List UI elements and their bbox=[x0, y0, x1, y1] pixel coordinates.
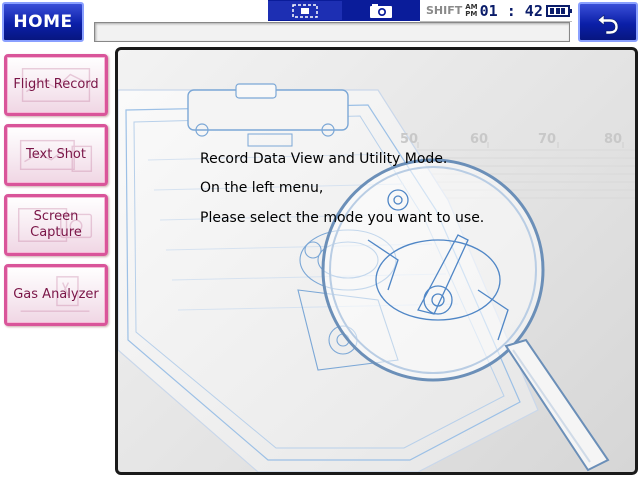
sidebar-item-label: Flight Record bbox=[13, 77, 99, 92]
sidebar-item-gas-analyzer[interactable]: Gas Analyzer bbox=[4, 264, 108, 326]
focus-frame-icon[interactable] bbox=[268, 1, 342, 20]
shift-indicator: SHIFT bbox=[426, 4, 463, 17]
ruler-tick-label: 70 bbox=[538, 132, 557, 147]
address-bar[interactable] bbox=[94, 22, 570, 42]
sidebar-item-flight-record[interactable]: Flight Record bbox=[4, 54, 108, 116]
instruction-line-1: Record Data View and Utility Mode. bbox=[200, 151, 448, 167]
instruction-line-2: On the left menu, bbox=[200, 180, 324, 196]
status-strip: SHIFT AM PM 01 : 42 bbox=[268, 0, 572, 22]
main-panel: 50 60 70 80 Record Data View and Utility… bbox=[115, 47, 638, 475]
sidebar-item-text-shot[interactable]: Text Shot bbox=[4, 124, 108, 186]
am-pm-indicator: AM PM bbox=[465, 2, 478, 18]
camera-icon[interactable] bbox=[344, 1, 418, 20]
ruler-tick-label: 60 bbox=[470, 132, 489, 147]
home-button[interactable]: HOME bbox=[2, 2, 84, 42]
sidebar-item-label: Screen Capture bbox=[30, 209, 82, 240]
back-button[interactable] bbox=[578, 2, 638, 42]
back-arrow-icon bbox=[597, 14, 619, 35]
instruction-line-3: Please select the mode you want to use. bbox=[200, 210, 485, 226]
battery-icon bbox=[545, 4, 572, 17]
sidebar-item-screen-capture[interactable]: Screen Capture bbox=[4, 194, 108, 256]
sidebar-item-label: Gas Analyzer bbox=[13, 287, 99, 302]
ruler-tick-label: 80 bbox=[604, 132, 623, 147]
ruler-tick-label: 50 bbox=[400, 132, 419, 147]
top-bar: HOME SHIFT AM PM 01 : 42 bbox=[0, 0, 640, 44]
status-info: SHIFT AM PM 01 : 42 bbox=[420, 0, 572, 22]
sidebar: Flight Record Text Shot Screen Capture G… bbox=[0, 46, 114, 479]
clock: 01 : 42 bbox=[479, 1, 543, 20]
sidebar-item-label: Text Shot bbox=[26, 147, 86, 162]
clipboard-magnifier-illustration bbox=[118, 83, 635, 472]
